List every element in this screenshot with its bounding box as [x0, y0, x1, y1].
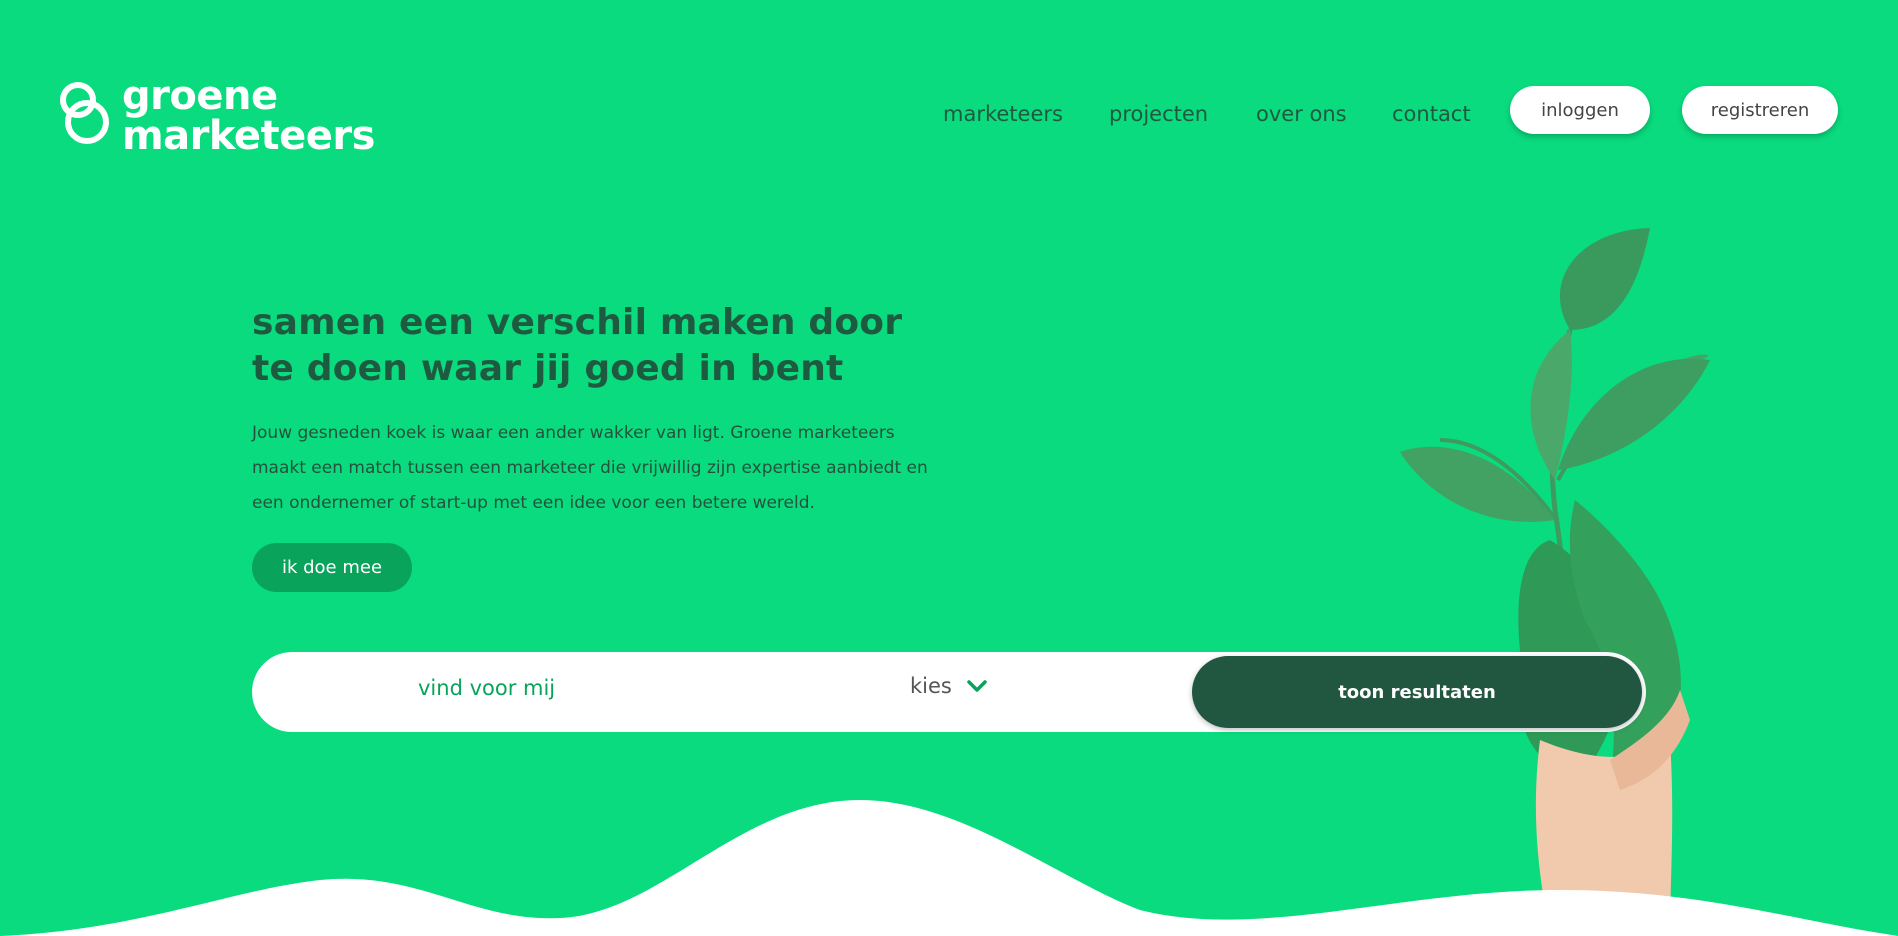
login-button[interactable]: inloggen	[1510, 86, 1650, 134]
hero-section: samen een verschil maken door te doen wa…	[252, 300, 952, 521]
category-select[interactable]: kies	[910, 674, 988, 698]
category-select-value: kies	[910, 674, 952, 698]
wave-divider	[0, 800, 1898, 936]
show-results-button[interactable]: toon resultaten	[1192, 656, 1642, 728]
nav-link-over-ons[interactable]: over ons	[1256, 102, 1347, 126]
search-bar: vind voor mij kies toon resultaten	[252, 652, 1646, 732]
nav-link-contact[interactable]: contact	[1392, 102, 1471, 126]
hero-title: samen een verschil maken door te doen wa…	[252, 302, 903, 389]
main-navigation: marketeers projecten over ons contact in…	[0, 86, 1898, 146]
join-button[interactable]: ik doe mee	[252, 543, 412, 592]
nav-link-projecten[interactable]: projecten	[1109, 102, 1208, 126]
register-button[interactable]: registreren	[1682, 86, 1838, 134]
hero-body: Jouw gesneden koek is waar een ander wak…	[252, 423, 928, 513]
nav-link-marketeers[interactable]: marketeers	[943, 102, 1063, 126]
search-label: vind voor mij	[418, 676, 556, 700]
chevron-down-icon	[967, 680, 987, 692]
